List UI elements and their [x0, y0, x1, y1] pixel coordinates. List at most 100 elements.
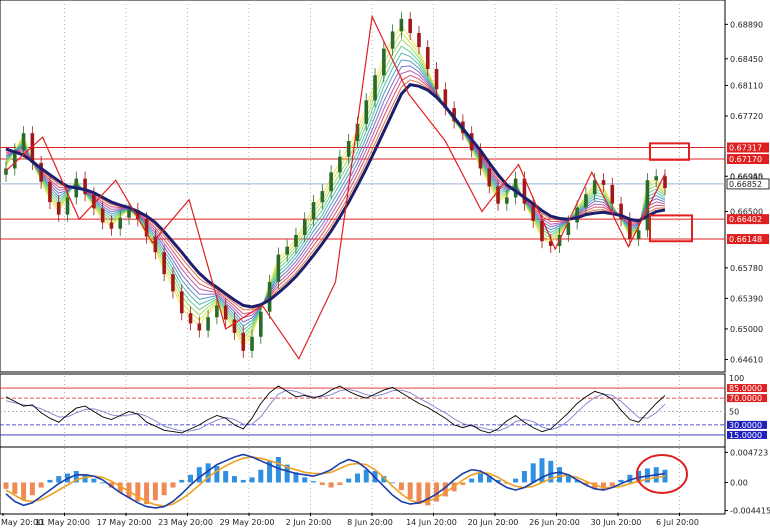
candle-body — [276, 254, 281, 282]
candle-body — [610, 184, 615, 204]
candle-body — [215, 305, 219, 318]
candle-body — [311, 202, 316, 220]
candle-body — [329, 172, 333, 192]
candle-body — [338, 156, 342, 173]
time-label: 29 May 20:00 — [220, 518, 275, 527]
macd-histogram-bar — [223, 471, 229, 483]
price-tick-label: 0.68450 — [730, 55, 763, 64]
candle-body — [399, 18, 404, 32]
candle-body — [232, 319, 237, 333]
candle-body — [179, 291, 184, 314]
candle-body — [487, 168, 492, 187]
candle-body — [21, 133, 26, 151]
time-label: 11 May 20:00 — [35, 518, 90, 527]
time-label: 6 Jul 20:00 — [656, 518, 699, 527]
macd-histogram-bar — [152, 482, 158, 501]
time-label: 26 Jun 20:00 — [529, 518, 580, 527]
macd-histogram-bar — [21, 482, 27, 501]
macd-tick-label: -0.004415 — [730, 507, 770, 516]
macd-histogram-bar — [477, 473, 483, 483]
macd-histogram-bar — [188, 474, 194, 483]
macd-histogram-bar — [609, 482, 615, 487]
candle-body — [320, 191, 325, 203]
macd-histogram-bar — [135, 482, 141, 502]
time-label: 20 Jun 20:00 — [468, 518, 519, 527]
candle-body — [513, 178, 518, 198]
candle-body — [162, 252, 166, 275]
macd-histogram-bar — [311, 481, 317, 483]
candle-body — [425, 47, 430, 69]
candle-body — [302, 219, 307, 235]
price-tick-label: 0.65780 — [730, 264, 763, 273]
macd-histogram-bar — [196, 467, 202, 483]
candle-body — [188, 313, 193, 324]
candle-body — [259, 311, 263, 337]
macd-histogram-bar — [179, 479, 185, 483]
macd-histogram-bar — [302, 477, 308, 483]
price-tick-label: 0.68110 — [730, 81, 763, 90]
candle-body — [250, 336, 254, 351]
macd-histogram-bar — [618, 479, 624, 483]
stochastic-level-label: 50 — [729, 408, 739, 417]
macd-histogram-bar — [258, 469, 264, 483]
macd-histogram-bar — [161, 482, 167, 496]
macd-histogram-bar — [3, 482, 9, 489]
candle-body — [390, 31, 395, 49]
time-label: 30 Jun 20:00 — [591, 518, 642, 527]
price-tick-label: 0.65390 — [730, 294, 763, 303]
macd-histogram-bar — [337, 482, 343, 485]
macd-histogram-bar — [56, 476, 62, 483]
time-label: 23 May 20:00 — [158, 518, 213, 527]
candle-body — [382, 48, 386, 76]
macd-histogram-bar — [38, 482, 44, 488]
time-label: 17 May 20:00 — [97, 518, 152, 527]
candle-body — [417, 32, 421, 48]
time-label: 8 Jun 20:00 — [347, 518, 393, 527]
candle-body — [373, 75, 377, 101]
stochastic-level-label: 70.0000 — [729, 394, 762, 403]
candle-body — [206, 317, 210, 331]
macd-histogram-bar — [214, 465, 220, 483]
macd-histogram-bar — [363, 469, 369, 483]
candle-body — [364, 100, 369, 124]
price-tick-label: 0.65000 — [730, 325, 763, 334]
macd-histogram-bar — [398, 482, 404, 491]
macd-histogram-bar — [513, 478, 519, 483]
candle-body — [223, 305, 228, 320]
macd-histogram-bar — [328, 482, 334, 488]
candle-body — [171, 274, 175, 292]
macd-histogram-bar — [231, 476, 237, 483]
candle-body — [592, 180, 597, 195]
candle-body — [540, 220, 544, 242]
candle-body — [584, 194, 588, 208]
macd-histogram-bar — [29, 482, 35, 496]
candle-body — [346, 141, 351, 157]
level-label: 0.66148 — [729, 235, 762, 244]
candle-body — [285, 246, 289, 255]
candle-body — [241, 332, 246, 351]
stochastic-level-label: 30.0000 — [729, 421, 762, 430]
level-label: 0.66402 — [729, 215, 762, 224]
macd-histogram-bar — [416, 482, 422, 505]
macd-histogram-bar — [557, 467, 563, 483]
candle-body — [601, 180, 606, 185]
price-tick-label: 0.68890 — [730, 20, 763, 29]
price-tick-label: 0.67720 — [730, 112, 763, 121]
candle-body — [434, 68, 439, 90]
stochastic-level-label: 85.0000 — [729, 384, 762, 393]
macd-histogram-bar — [407, 482, 413, 499]
candle-body — [127, 209, 131, 218]
macd-histogram-bar — [12, 482, 18, 494]
candle-body — [100, 208, 105, 223]
candle-body — [294, 234, 298, 247]
stochastic-level-label: 15.0000 — [729, 431, 762, 440]
candle-body — [654, 176, 659, 181]
candle-body — [92, 194, 96, 209]
macd-histogram-bar — [346, 478, 352, 483]
price-tick-label: 0.64610 — [730, 355, 763, 364]
candle-body — [197, 323, 202, 331]
macd-histogram-bar — [319, 482, 325, 485]
candle-body — [109, 222, 114, 229]
candle-body — [118, 217, 123, 229]
macd-tick-label: 0.00 — [730, 478, 748, 487]
